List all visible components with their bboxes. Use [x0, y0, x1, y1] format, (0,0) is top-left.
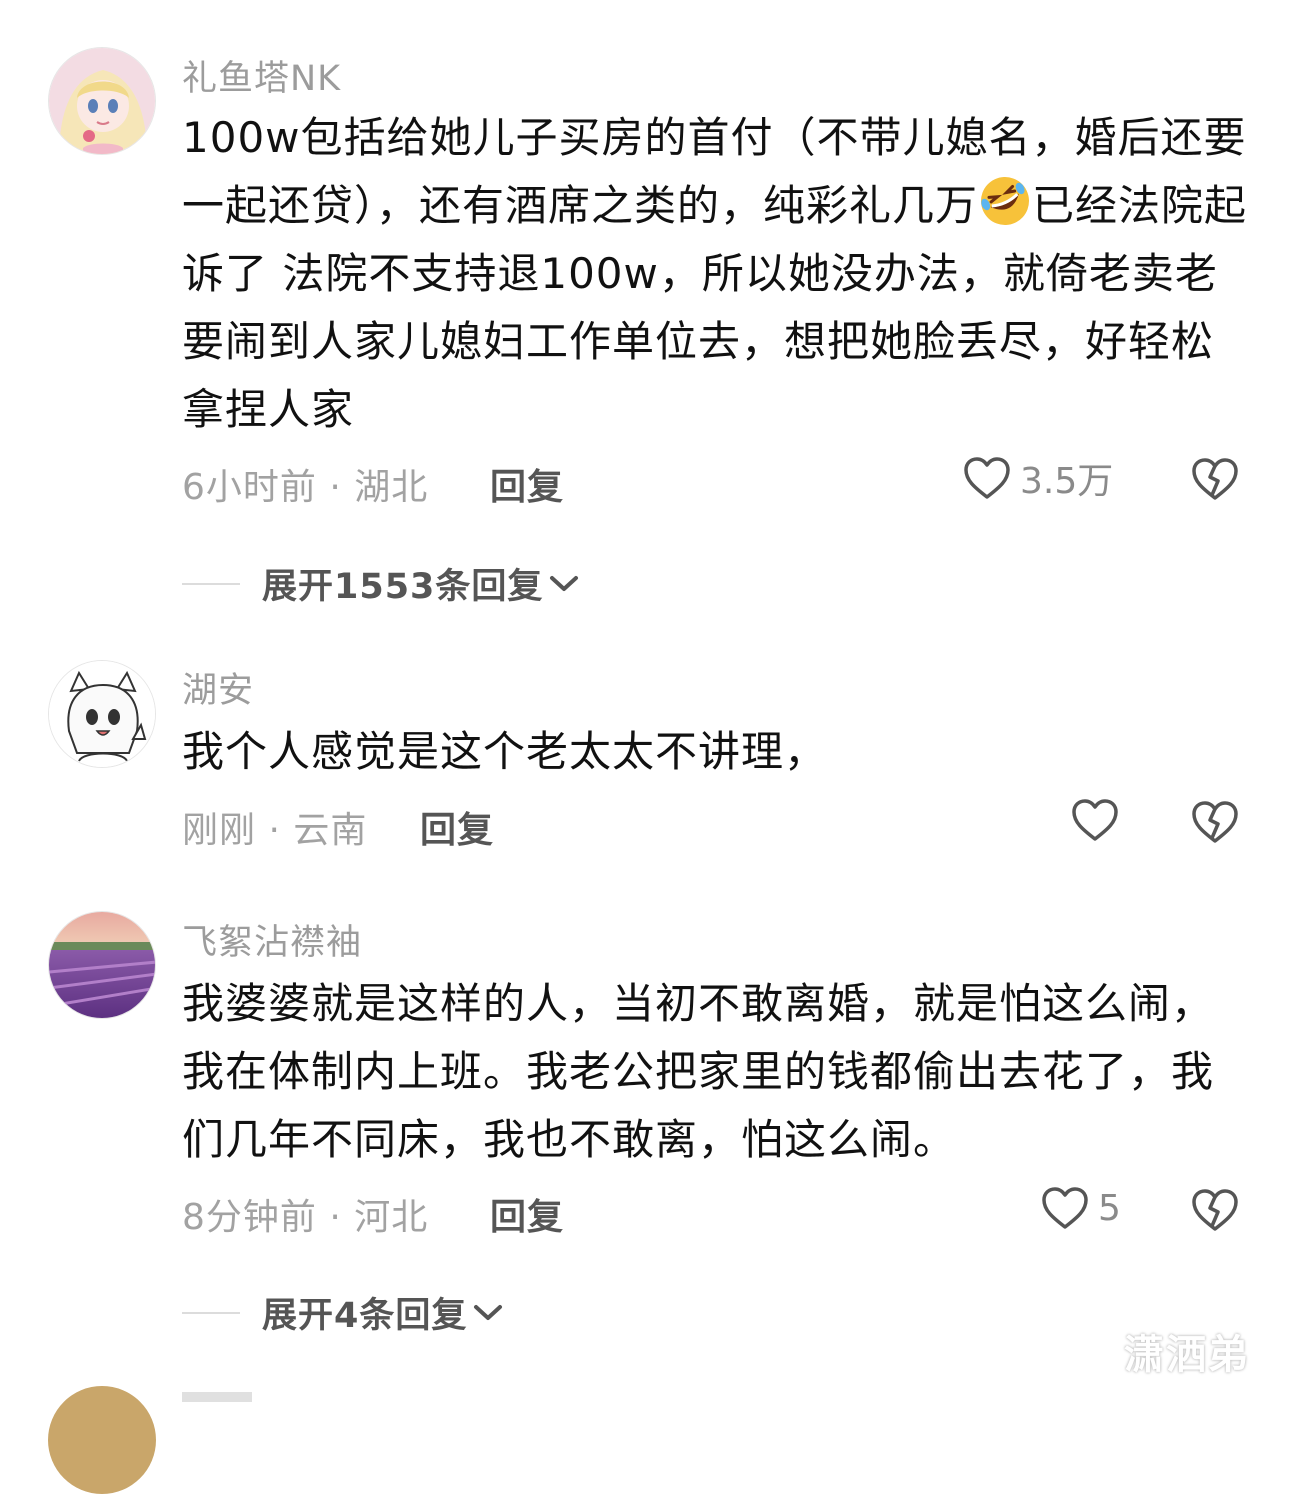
- divider: [182, 1311, 240, 1314]
- reply-button[interactable]: 回复: [490, 458, 564, 510]
- avatar[interactable]: [48, 911, 156, 1019]
- watermark: 潇洒弟: [1124, 1332, 1250, 1378]
- expand-replies-label: 展开4条回复: [262, 1296, 468, 1336]
- expand-replies-label: 展开1553条回复: [262, 567, 544, 607]
- broken-heart-icon[interactable]: [1190, 455, 1240, 503]
- divider: [182, 582, 240, 585]
- comment-text: 我个人感觉是这个老太太不讲理，: [182, 727, 828, 776]
- expand-replies[interactable]: 展开4条回复: [182, 1287, 505, 1338]
- like-button[interactable]: 3.5万: [962, 452, 1113, 504]
- username[interactable]: 礼鱼塔NK: [182, 50, 341, 101]
- comment-meta: 8分钟前 · 河北: [182, 1197, 429, 1238]
- reply-button[interactable]: 回复: [490, 1188, 564, 1240]
- like-count: 5: [1098, 1187, 1121, 1229]
- avatar[interactable]: [48, 1386, 156, 1494]
- comment-meta: 刚刚 · 云南: [182, 810, 368, 851]
- like-button[interactable]: [1070, 797, 1128, 843]
- reply-button[interactable]: 回复: [420, 801, 494, 853]
- avatar-image-icon: [49, 48, 155, 154]
- heart-outline-icon: [1072, 799, 1118, 841]
- comment-meta: 6小时前 · 湖北: [182, 467, 429, 508]
- heart-outline-icon: [964, 457, 1010, 499]
- like-count: 3.5万: [1020, 461, 1114, 502]
- username[interactable]: 飞絮沾襟袖: [182, 914, 362, 965]
- avatar-image-icon: [49, 912, 155, 1018]
- chevron-down-icon: [474, 1304, 503, 1320]
- comment-text: 100w包括给她儿子买房的首付（不带儿媳名，婚后还要一起还贷），还有酒席之类的，…: [182, 104, 1252, 444]
- username-placeholder: [182, 1392, 252, 1402]
- username[interactable]: 湖安: [182, 662, 254, 713]
- avatar-image-icon: [49, 661, 155, 767]
- avatar[interactable]: [48, 660, 156, 768]
- heart-outline-icon: [1042, 1187, 1088, 1229]
- comment-text: 我婆婆就是这样的人，当初不敢离婚，就是怕这么闹，我在体制内上班。我老公把家里的钱…: [182, 979, 1215, 1164]
- expand-replies[interactable]: 展开1553条回复: [182, 558, 581, 609]
- like-button[interactable]: 5: [1040, 1185, 1121, 1231]
- broken-heart-icon[interactable]: [1190, 798, 1240, 846]
- chevron-down-icon: [550, 575, 579, 591]
- rolling-on-floor-laughing-emoji: [981, 177, 1030, 225]
- broken-heart-icon[interactable]: [1190, 1186, 1240, 1234]
- avatar[interactable]: [48, 47, 156, 155]
